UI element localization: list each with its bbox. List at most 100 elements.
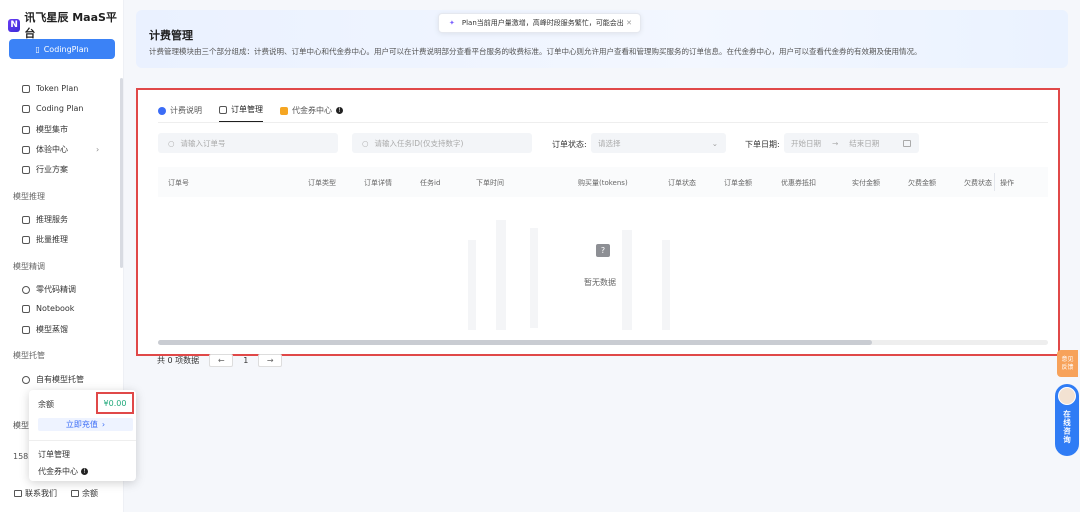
- balance-popup: 余额 ¥0.00 立即充值 › 订单管理 代金券中心!: [29, 390, 136, 481]
- info-icon[interactable]: !: [81, 468, 88, 475]
- box-icon: [22, 165, 30, 174]
- recharge-label: 立即充值: [65, 420, 98, 429]
- contact-us-link[interactable]: 联系我们: [14, 488, 57, 499]
- online-consult-button[interactable]: 在线咨询: [1055, 384, 1079, 456]
- info-icon[interactable]: !: [336, 107, 343, 114]
- sidebar-item-industry-solutions[interactable]: 行业方案: [22, 164, 68, 175]
- order-date-range[interactable]: 开始日期 → 结束日期: [784, 133, 919, 153]
- order-date-label: 下单日期:: [745, 140, 780, 149]
- sidebar-item-batch-inference[interactable]: 批量推理: [22, 234, 68, 245]
- calendar-icon: [903, 139, 911, 147]
- sidebar-item-label: 批量推理: [36, 235, 68, 244]
- brand-logo: N: [8, 18, 21, 32]
- prev-page-button[interactable]: ←: [209, 354, 234, 367]
- order-number-placeholder: 请输入订单号: [180, 138, 226, 148]
- check-square-icon: [22, 215, 30, 224]
- empty-state-text: 暂无数据: [584, 278, 616, 287]
- nav-group-hosting: 模型托管: [13, 351, 45, 360]
- sidebar-item-model-hosting[interactable]: 自有模型托管: [22, 374, 84, 385]
- share-icon: [22, 375, 30, 384]
- column-header: 订单类型: [308, 179, 336, 187]
- sidebar-item-model-market[interactable]: 模型集市: [22, 124, 68, 135]
- batch-icon: [22, 235, 30, 244]
- column-header: 购买量(tokens): [578, 179, 628, 187]
- tab-label: 代金券中心: [292, 106, 332, 115]
- chevron-right-icon: ›: [96, 145, 100, 154]
- wallet-icon: [71, 490, 79, 497]
- sidebar-item-inference-service[interactable]: 推理服务: [22, 214, 68, 225]
- scrollbar-thumb[interactable]: [158, 340, 872, 345]
- column-header: 订单状态: [668, 179, 696, 187]
- date-end-placeholder: 结束日期: [849, 138, 880, 148]
- next-page-button[interactable]: →: [258, 354, 283, 367]
- nav-group-inference: 模型推理: [13, 192, 45, 201]
- tab-billing-info[interactable]: 计费说明: [158, 104, 202, 123]
- column-header: 欠费状态: [964, 179, 992, 187]
- date-start-placeholder: 开始日期: [791, 138, 821, 148]
- order-status-label: 订单状态:: [552, 140, 587, 149]
- sidebar-item-label: 体验中心: [36, 145, 68, 154]
- table-header: 订单号 订单类型 订单详情 任务id 下单时间 购买量(tokens) 订单状态…: [158, 167, 1048, 197]
- document-icon: ▯: [35, 44, 40, 54]
- pagination: 共 0 项数据 ← 1 →: [157, 354, 283, 367]
- feedback-label: 反馈: [1061, 363, 1074, 371]
- task-id-input[interactable]: ○ 请输入任务ID(仅支持数字): [352, 133, 532, 153]
- sidebar-bottom: 联系我们 余额: [14, 488, 98, 499]
- balance-link[interactable]: 余额: [71, 488, 98, 499]
- task-id-placeholder: 请输入任务ID(仅支持数字): [374, 138, 464, 148]
- tab-label: 计费说明: [170, 106, 202, 115]
- order-status-placeholder: 请选择: [598, 138, 621, 148]
- sidebar-scrollbar[interactable]: [120, 78, 123, 268]
- tabs: 计费说明 订单管理 代金券中心!: [158, 104, 343, 123]
- sidebar-item-coding-plan[interactable]: Coding Plan: [22, 104, 84, 113]
- column-header: 订单详情: [364, 179, 392, 187]
- order-status-select[interactable]: 请选择 ⌄: [591, 133, 726, 153]
- sidebar-item-distillation[interactable]: 模型蒸馏: [22, 324, 68, 335]
- sidebar-item-notebook[interactable]: Notebook: [22, 304, 74, 313]
- search-icon: ○: [168, 138, 175, 148]
- tab-order-management[interactable]: 订单管理: [219, 104, 263, 123]
- table-horizontal-scrollbar[interactable]: [158, 340, 1048, 345]
- search-icon: ○: [362, 138, 369, 148]
- recharge-button[interactable]: 立即充值 ›: [38, 418, 133, 431]
- divider: [29, 440, 136, 441]
- total-count: 共 0 项数据: [157, 356, 200, 365]
- chat-icon: [14, 490, 22, 497]
- order-number-input[interactable]: ○ 请输入订单号: [158, 133, 338, 153]
- sidebar-item-zero-code-finetune[interactable]: 零代码精调: [22, 284, 76, 295]
- close-icon[interactable]: ✕: [626, 19, 632, 27]
- balance-label: 余额: [38, 400, 54, 409]
- chevron-right-icon: ›: [101, 420, 106, 429]
- empty-illustration: [662, 240, 670, 330]
- popup-order-management[interactable]: 订单管理: [38, 449, 70, 460]
- arrow-right-icon: →: [832, 138, 839, 148]
- brand[interactable]: N 讯飞星辰 MaaS平台: [8, 9, 123, 41]
- sidebar-item-label: Notebook: [36, 304, 75, 313]
- chevron-down-icon: ⌄: [711, 138, 718, 148]
- coding-plan-button[interactable]: ▯ CodingPlan: [9, 39, 115, 59]
- popup-voucher-center[interactable]: 代金券中心!: [38, 466, 88, 477]
- sidebar-item-experience-center[interactable]: 体验中心 ›: [22, 144, 99, 155]
- sidebar-item-label: 模型蒸馏: [36, 325, 68, 334]
- column-header: 实付金额: [852, 179, 880, 187]
- nav-group-finetune: 模型精调: [13, 262, 45, 271]
- tab-voucher-center[interactable]: 代金券中心!: [280, 104, 343, 123]
- tag-icon: [158, 106, 166, 115]
- voucher-center-label: 代金券中心: [38, 467, 78, 476]
- cube-icon: [22, 145, 30, 154]
- column-divider: [994, 173, 995, 191]
- current-page[interactable]: 1: [243, 356, 248, 365]
- coding-plan-button-label: CodingPlan: [43, 44, 89, 54]
- contact-us-label: 联系我们: [25, 489, 57, 498]
- feedback-label: 意见: [1061, 355, 1074, 363]
- tab-label: 订单管理: [231, 105, 263, 114]
- empty-illustration: [496, 220, 506, 330]
- feedback-button[interactable]: 意见 反馈: [1057, 350, 1078, 377]
- ticket-icon: [280, 106, 288, 115]
- document-icon: [22, 84, 30, 93]
- brand-name: 讯飞星辰 MaaS平台: [24, 11, 117, 40]
- sparkle-icon: ✦: [449, 19, 455, 27]
- sidebar-item-token-plan[interactable]: Token Plan: [22, 84, 78, 93]
- sidebar-item-label: Coding Plan: [36, 104, 84, 113]
- sidebar-item-label: 推理服务: [36, 215, 68, 224]
